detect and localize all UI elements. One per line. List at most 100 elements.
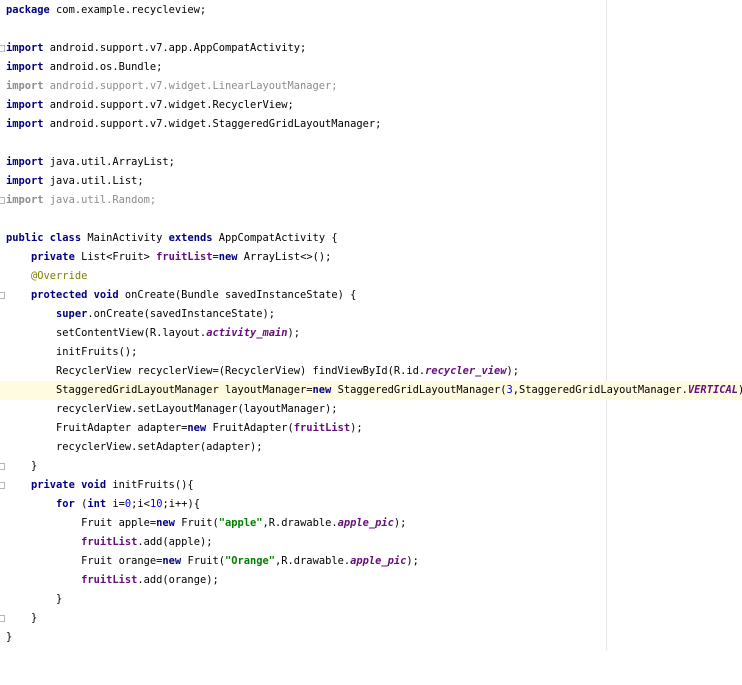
fold-marker-icon[interactable] bbox=[0, 292, 5, 299]
fold-marker-icon[interactable] bbox=[0, 45, 5, 52]
code-text: setContentView(R.layout. bbox=[56, 327, 207, 339]
code-line-1[interactable]: package com.example.recycleview; bbox=[0, 1, 742, 20]
static-field: VERTICAL bbox=[687, 384, 738, 396]
keyword-unused: import bbox=[6, 194, 44, 206]
code-line-18[interactable]: setContentView(R.layout.activity_main); bbox=[0, 324, 742, 343]
code-line-26[interactable]: private void initFruits(){ bbox=[0, 476, 742, 495]
fold-marker-icon[interactable] bbox=[0, 482, 5, 489]
code-line-17[interactable]: super.onCreate(savedInstanceState); bbox=[0, 305, 742, 324]
keyword: protected void bbox=[31, 289, 119, 301]
code-line-6[interactable]: import android.support.v7.widget.Recycle… bbox=[0, 96, 742, 115]
fold-marker-icon[interactable] bbox=[0, 615, 5, 622]
code-line-21-current[interactable]: StaggeredGridLayoutManager layoutManager… bbox=[0, 381, 742, 400]
keyword: import bbox=[6, 118, 44, 130]
code-line-3[interactable]: import android.support.v7.app.AppCompatA… bbox=[0, 39, 742, 58]
code-text: } bbox=[6, 631, 13, 643]
keyword: package bbox=[6, 4, 50, 16]
code-text: StaggeredGridLayoutManager layoutManager… bbox=[56, 384, 313, 396]
code-line-9[interactable]: import java.util.ArrayList; bbox=[0, 153, 742, 172]
code-text: java.util.List; bbox=[43, 175, 144, 187]
code-line-29[interactable]: fruitList.add(apple); bbox=[0, 533, 742, 552]
code-text: ,StaggeredGridLayoutManager. bbox=[512, 384, 688, 396]
code-text: ,R.drawable. bbox=[262, 517, 338, 529]
code-line-32[interactable]: } bbox=[0, 590, 742, 609]
static-field: apple_pic bbox=[350, 555, 407, 567]
keyword: private void bbox=[31, 479, 107, 491]
keyword: public class bbox=[6, 232, 82, 244]
keyword: import bbox=[6, 156, 44, 168]
code-text: List<Fruit> bbox=[74, 251, 157, 263]
keyword: import bbox=[6, 175, 44, 187]
fold-marker-icon[interactable] bbox=[0, 463, 5, 470]
field-name: fruitList bbox=[293, 422, 351, 434]
code-text: RecyclerView recyclerView=(RecyclerView)… bbox=[56, 365, 426, 377]
code-line-15[interactable]: @Override bbox=[0, 267, 742, 286]
code-line-31[interactable]: fruitList.add(orange); bbox=[0, 571, 742, 590]
keyword: int bbox=[87, 498, 107, 510]
code-line-10[interactable]: import java.util.List; bbox=[0, 172, 742, 191]
code-line-23[interactable]: FruitAdapter adapter=new FruitAdapter(fr… bbox=[0, 419, 742, 438]
code-line-13[interactable]: public class MainActivity extends AppCom… bbox=[0, 229, 742, 248]
code-text: } bbox=[56, 593, 63, 605]
code-text: initFruits(); bbox=[56, 346, 138, 358]
code-text: AppCompatActivity { bbox=[212, 232, 338, 244]
code-line-16[interactable]: protected void onCreate(Bundle savedInst… bbox=[0, 286, 742, 305]
code-text: onCreate(Bundle savedInstanceState) { bbox=[118, 289, 357, 301]
code-editor[interactable]: package com.example.recycleview; import … bbox=[0, 0, 742, 650]
code-line-19[interactable]: initFruits(); bbox=[0, 343, 742, 362]
keyword: super bbox=[56, 308, 88, 320]
code-text: ); bbox=[738, 384, 742, 396]
code-line-25[interactable]: } bbox=[0, 457, 742, 476]
code-text: ); bbox=[393, 517, 407, 529]
code-line-7[interactable]: import android.support.v7.widget.Stagger… bbox=[0, 115, 742, 134]
static-field: recycler_view bbox=[425, 365, 507, 377]
keyword: new bbox=[187, 422, 207, 434]
code-line-20[interactable]: RecyclerView recyclerView=(RecyclerView)… bbox=[0, 362, 742, 381]
code-text-unused: android.support.v7.widget.LinearLayoutMa… bbox=[43, 80, 338, 92]
code-line-4[interactable]: import android.os.Bundle; bbox=[0, 58, 742, 77]
code-text: ,R.drawable. bbox=[275, 555, 351, 567]
keyword: import bbox=[6, 99, 44, 111]
code-line-34[interactable]: } bbox=[0, 628, 742, 647]
code-text: .add(orange); bbox=[137, 574, 219, 586]
code-text: ); bbox=[287, 327, 301, 339]
code-text: ); bbox=[506, 365, 519, 377]
code-text: recyclerView.setAdapter(adapter); bbox=[56, 441, 263, 453]
code-text: FruitAdapter adapter= bbox=[56, 422, 188, 434]
code-line-11[interactable]: import java.util.Random; bbox=[0, 191, 742, 210]
code-text: initFruits(){ bbox=[106, 479, 194, 491]
code-line-24[interactable]: recyclerView.setAdapter(adapter); bbox=[0, 438, 742, 457]
code-line-5[interactable]: import android.support.v7.widget.LinearL… bbox=[0, 77, 742, 96]
code-text: android.support.v7.app.AppCompatActivity… bbox=[43, 42, 307, 54]
string-literal: "Orange" bbox=[224, 555, 276, 567]
keyword: import bbox=[6, 42, 44, 54]
code-text: android.support.v7.widget.StaggeredGridL… bbox=[43, 118, 382, 130]
code-text: java.util.ArrayList; bbox=[43, 156, 175, 168]
fold-marker-icon[interactable] bbox=[0, 197, 5, 204]
code-line-28[interactable]: Fruit apple=new Fruit("apple",R.drawable… bbox=[0, 514, 742, 533]
keyword: new bbox=[312, 384, 332, 396]
code-line-27[interactable]: for (int i=0;i<10;i++){ bbox=[0, 495, 742, 514]
code-text: com.example.recycleview; bbox=[49, 4, 207, 16]
keyword: for bbox=[56, 498, 75, 510]
code-text: Fruit( bbox=[174, 517, 219, 529]
code-text: i= bbox=[106, 498, 125, 510]
keyword: new bbox=[218, 251, 238, 263]
field-name: fruitList bbox=[156, 251, 213, 263]
string-literal: "apple" bbox=[218, 517, 263, 529]
code-text: ArrayList<>(); bbox=[237, 251, 332, 263]
keyword: extends bbox=[168, 232, 213, 244]
code-text: StaggeredGridLayoutManager( bbox=[331, 384, 507, 396]
code-text: Fruit( bbox=[181, 555, 225, 567]
code-line-33[interactable]: } bbox=[0, 609, 742, 628]
code-line-14[interactable]: private List<Fruit> fruitList=new ArrayL… bbox=[0, 248, 742, 267]
code-text: recyclerView.setLayoutManager(layoutMana… bbox=[56, 403, 338, 415]
code-text: ;i< bbox=[131, 498, 150, 510]
number-literal: 10 bbox=[149, 498, 163, 510]
code-line-22[interactable]: recyclerView.setLayoutManager(layoutMana… bbox=[0, 400, 742, 419]
keyword: new bbox=[162, 555, 182, 567]
code-text: } bbox=[31, 460, 38, 472]
field-name: fruitList bbox=[81, 536, 138, 548]
code-text: ); bbox=[350, 422, 363, 434]
code-line-30[interactable]: Fruit orange=new Fruit("Orange",R.drawab… bbox=[0, 552, 742, 571]
